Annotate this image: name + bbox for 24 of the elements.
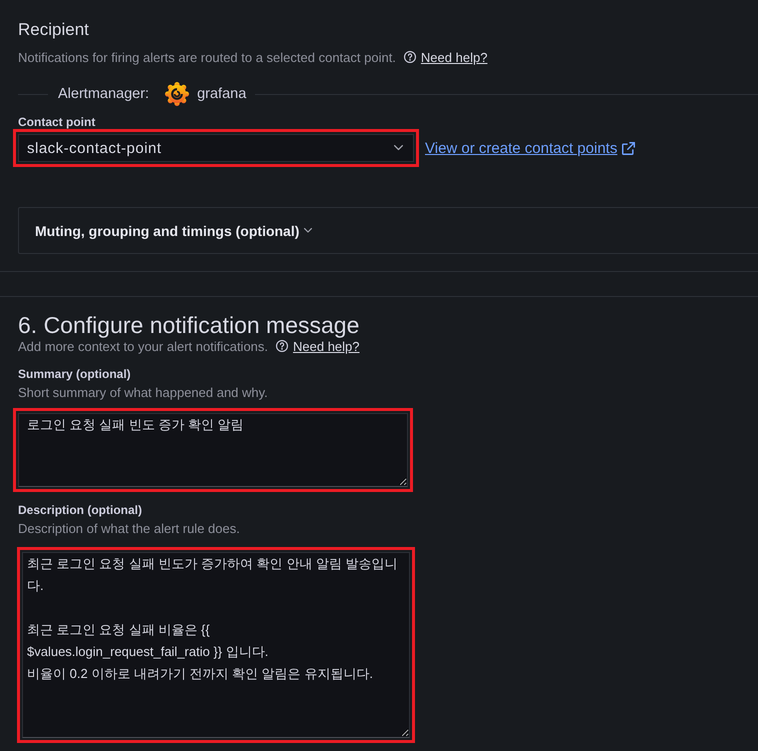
options-toggle[interactable]: Muting, grouping and timings (optional): [18, 207, 758, 254]
field-label: Summary (optional): [18, 367, 131, 381]
section-description: Add more context to your alert notifications.: [18, 338, 268, 354]
help-link[interactable]: Need help?: [420, 50, 488, 64]
contact-point-select[interactable]: slack-contact-point: [18, 134, 414, 162]
help-link[interactable]: Need help?: [293, 338, 360, 354]
help-icon: [276, 340, 288, 352]
section-description: Notifications for firing alerts are routed to a selected contact point.: [18, 50, 396, 64]
external-link-icon: [622, 142, 636, 154]
field-label: Description (optional): [18, 503, 142, 517]
field-hint: Description of what the alert rule does.: [18, 522, 240, 536]
summary-field[interactable]: 로그인 요청 실패 빈도 증가 확인 알림: [18, 413, 408, 487]
section-title: Recipient: [18, 19, 89, 41]
help-icon: [404, 51, 416, 63]
field-hint: Short summary of what happened and why.: [18, 386, 268, 400]
alertmanager-label: Alertmanager:: [58, 86, 150, 102]
chevron-down-icon: [304, 228, 312, 233]
chevron-down-icon: [394, 145, 403, 151]
logo-icon: [165, 82, 190, 106]
section-title: 6. Configure notification message: [18, 312, 360, 338]
alertmanager-name: grafana: [197, 86, 246, 102]
description-field[interactable]: 최근 로그인 요청 실패 빈도가 증가하여 확인 안내 알림 발송입니 다. 최근 로그인 요청 실패 비율은 {{ $values.login_request_fail_ratio }} 입니다. 비율이 0.2 이하로 내려가기 전까지 확인 알림은 유지됩니다.: [22, 552, 410, 738]
field-label: Contact point: [18, 115, 96, 129]
contact-points-link[interactable]: View or create contact points: [425, 140, 636, 156]
